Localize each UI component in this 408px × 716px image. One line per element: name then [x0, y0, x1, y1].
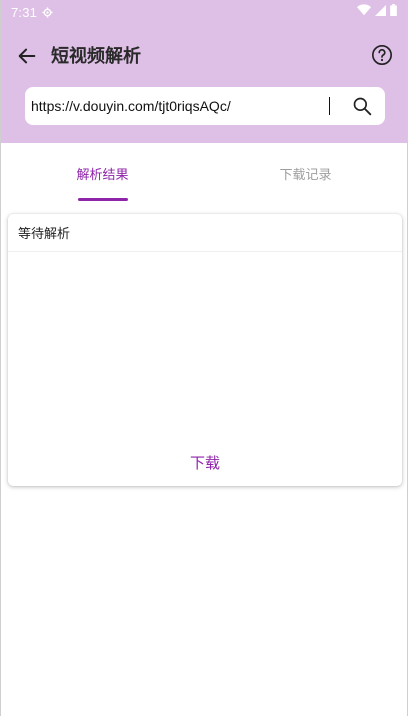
- header-background: 7:31 短视频解析: [1, 0, 407, 143]
- tab-label: 解析结果: [76, 167, 129, 183]
- back-arrow-icon[interactable]: [15, 44, 39, 68]
- settings-gear-icon: [42, 6, 53, 18]
- download-button[interactable]: 下载: [8, 452, 402, 473]
- page-title: 短视频解析: [51, 46, 141, 67]
- tab-bar: 解析结果 下载记录: [1, 143, 407, 203]
- parse-status: 等待解析: [8, 214, 402, 252]
- status-time: 7:31: [11, 4, 38, 20]
- wifi-icon: [357, 4, 371, 20]
- signal-icon: [375, 4, 386, 20]
- search-icon[interactable]: [351, 95, 373, 117]
- app-screen: 7:31 短视频解析 https://v.douyin.com/tjt0riqs…: [0, 0, 408, 716]
- tab-indicator: [77, 198, 128, 201]
- battery-icon: [390, 4, 397, 20]
- result-card: 等待解析 下载: [8, 214, 402, 486]
- status-icons: [357, 4, 397, 20]
- text-caret: [329, 97, 330, 115]
- help-icon[interactable]: [370, 43, 394, 67]
- status-bar: 7:31: [1, 0, 407, 24]
- tab-download-history[interactable]: 下载记录: [204, 143, 407, 203]
- app-bar: 短视频解析: [1, 24, 407, 88]
- tab-parse-result[interactable]: 解析结果: [1, 143, 204, 203]
- tab-label: 下载记录: [279, 167, 332, 183]
- url-input[interactable]: [31, 87, 331, 125]
- url-search-bar: [25, 87, 385, 125]
